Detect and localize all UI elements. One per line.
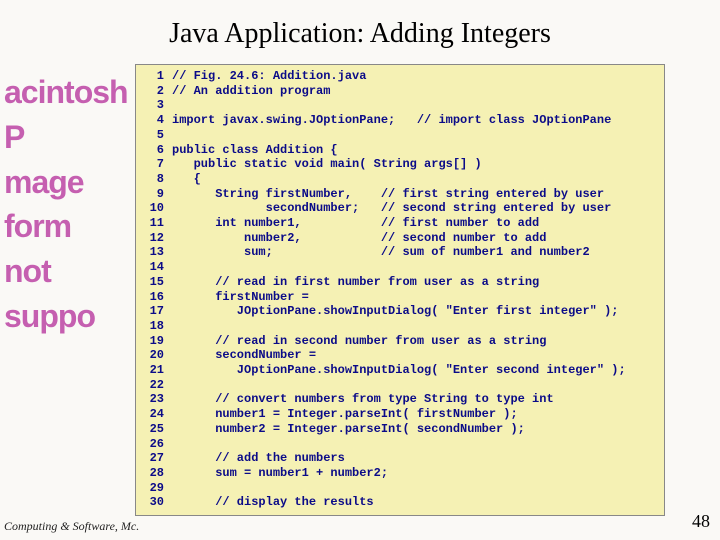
code-text <box>172 378 658 393</box>
line-number: 25 <box>140 422 172 437</box>
line-number: 20 <box>140 348 172 363</box>
code-line: 29 <box>140 481 658 496</box>
page-number: 48 <box>692 511 710 532</box>
code-line: 30 // display the results <box>140 495 658 510</box>
code-text: firstNumber = <box>172 290 658 305</box>
line-number: 16 <box>140 290 172 305</box>
line-number: 23 <box>140 392 172 407</box>
code-text: sum = number1 + number2; <box>172 466 658 481</box>
code-text: // display the results <box>172 495 658 510</box>
code-text <box>172 319 658 334</box>
code-line: 23 // convert numbers from type String t… <box>140 392 658 407</box>
code-line: 5 <box>140 128 658 143</box>
line-number: 29 <box>140 481 172 496</box>
line-number: 26 <box>140 437 172 452</box>
code-text: { <box>172 172 658 187</box>
code-text: number2 = Integer.parseInt( secondNumber… <box>172 422 658 437</box>
code-text: secondNumber; // second string entered b… <box>172 201 658 216</box>
line-number: 18 <box>140 319 172 334</box>
code-text: JOptionPane.showInputDialog( "Enter firs… <box>172 304 658 319</box>
line-number: 12 <box>140 231 172 246</box>
code-text: import javax.swing.JOptionPane; // impor… <box>172 113 658 128</box>
code-line: 24 number1 = Integer.parseInt( firstNumb… <box>140 407 658 422</box>
line-number: 6 <box>140 143 172 158</box>
code-line: 14 <box>140 260 658 275</box>
code-line: 2// An addition program <box>140 84 658 99</box>
code-text <box>172 260 658 275</box>
code-text: public static void main( String args[] ) <box>172 157 658 172</box>
code-text: // Fig. 24.6: Addition.java <box>172 69 658 84</box>
code-line: 17 JOptionPane.showInputDialog( "Enter f… <box>140 304 658 319</box>
line-number: 22 <box>140 378 172 393</box>
code-line: 28 sum = number1 + number2; <box>140 466 658 481</box>
line-number: 7 <box>140 157 172 172</box>
line-number: 19 <box>140 334 172 349</box>
code-line: 18 <box>140 319 658 334</box>
code-line: 15 // read in first number from user as … <box>140 275 658 290</box>
code-text: int number1, // first number to add <box>172 216 658 231</box>
line-number: 8 <box>140 172 172 187</box>
line-number: 1 <box>140 69 172 84</box>
line-number: 11 <box>140 216 172 231</box>
line-number: 5 <box>140 128 172 143</box>
placeholder-line-1: acintosh P <box>4 70 124 160</box>
code-text: // read in first number from user as a s… <box>172 275 658 290</box>
line-number: 3 <box>140 98 172 113</box>
line-number: 2 <box>140 84 172 99</box>
line-number: 15 <box>140 275 172 290</box>
code-text: // convert numbers from type String to t… <box>172 392 658 407</box>
code-text <box>172 437 658 452</box>
code-line: 3 <box>140 98 658 113</box>
code-text: // An addition program <box>172 84 658 99</box>
line-number: 10 <box>140 201 172 216</box>
code-line: 21 JOptionPane.showInputDialog( "Enter s… <box>140 363 658 378</box>
line-number: 27 <box>140 451 172 466</box>
line-number: 17 <box>140 304 172 319</box>
code-text: String firstNumber, // first string ente… <box>172 187 658 202</box>
code-line: 12 number2, // second number to add <box>140 231 658 246</box>
placeholder-line-3: not suppo <box>4 249 124 339</box>
slide-title: Java Application: Adding Integers <box>0 18 720 50</box>
line-number: 14 <box>140 260 172 275</box>
code-line: 19 // read in second number from user as… <box>140 334 658 349</box>
code-line: 1// Fig. 24.6: Addition.java <box>140 69 658 84</box>
code-text: number1 = Integer.parseInt( firstNumber … <box>172 407 658 422</box>
line-number: 21 <box>140 363 172 378</box>
line-number: 13 <box>140 245 172 260</box>
code-line: 26 <box>140 437 658 452</box>
code-line: 7 public static void main( String args[]… <box>140 157 658 172</box>
line-number: 28 <box>140 466 172 481</box>
code-text: // add the numbers <box>172 451 658 466</box>
line-number: 4 <box>140 113 172 128</box>
line-number: 30 <box>140 495 172 510</box>
code-line: 25 number2 = Integer.parseInt( secondNum… <box>140 422 658 437</box>
code-text <box>172 98 658 113</box>
code-listing: 1// Fig. 24.6: Addition.java2// An addit… <box>135 64 665 516</box>
code-text: // read in second number from user as a … <box>172 334 658 349</box>
code-text: JOptionPane.showInputDialog( "Enter seco… <box>172 363 658 378</box>
footer-attribution: Computing & Software, Mc. <box>4 519 139 534</box>
code-line: 13 sum; // sum of number1 and number2 <box>140 245 658 260</box>
code-text: number2, // second number to add <box>172 231 658 246</box>
code-text <box>172 481 658 496</box>
code-line: 11 int number1, // first number to add <box>140 216 658 231</box>
code-line: 16 firstNumber = <box>140 290 658 305</box>
code-line: 4import javax.swing.JOptionPane; // impo… <box>140 113 658 128</box>
missing-image-placeholder: acintosh P mage form not suppo <box>4 70 124 339</box>
code-line: 20 secondNumber = <box>140 348 658 363</box>
line-number: 9 <box>140 187 172 202</box>
code-text: secondNumber = <box>172 348 658 363</box>
code-line: 10 secondNumber; // second string entere… <box>140 201 658 216</box>
code-line: 27 // add the numbers <box>140 451 658 466</box>
code-text <box>172 128 658 143</box>
placeholder-line-2: mage form <box>4 160 124 250</box>
code-line: 8 { <box>140 172 658 187</box>
code-text: public class Addition { <box>172 143 658 158</box>
code-line: 6public class Addition { <box>140 143 658 158</box>
code-text: sum; // sum of number1 and number2 <box>172 245 658 260</box>
code-line: 9 String firstNumber, // first string en… <box>140 187 658 202</box>
code-line: 22 <box>140 378 658 393</box>
line-number: 24 <box>140 407 172 422</box>
